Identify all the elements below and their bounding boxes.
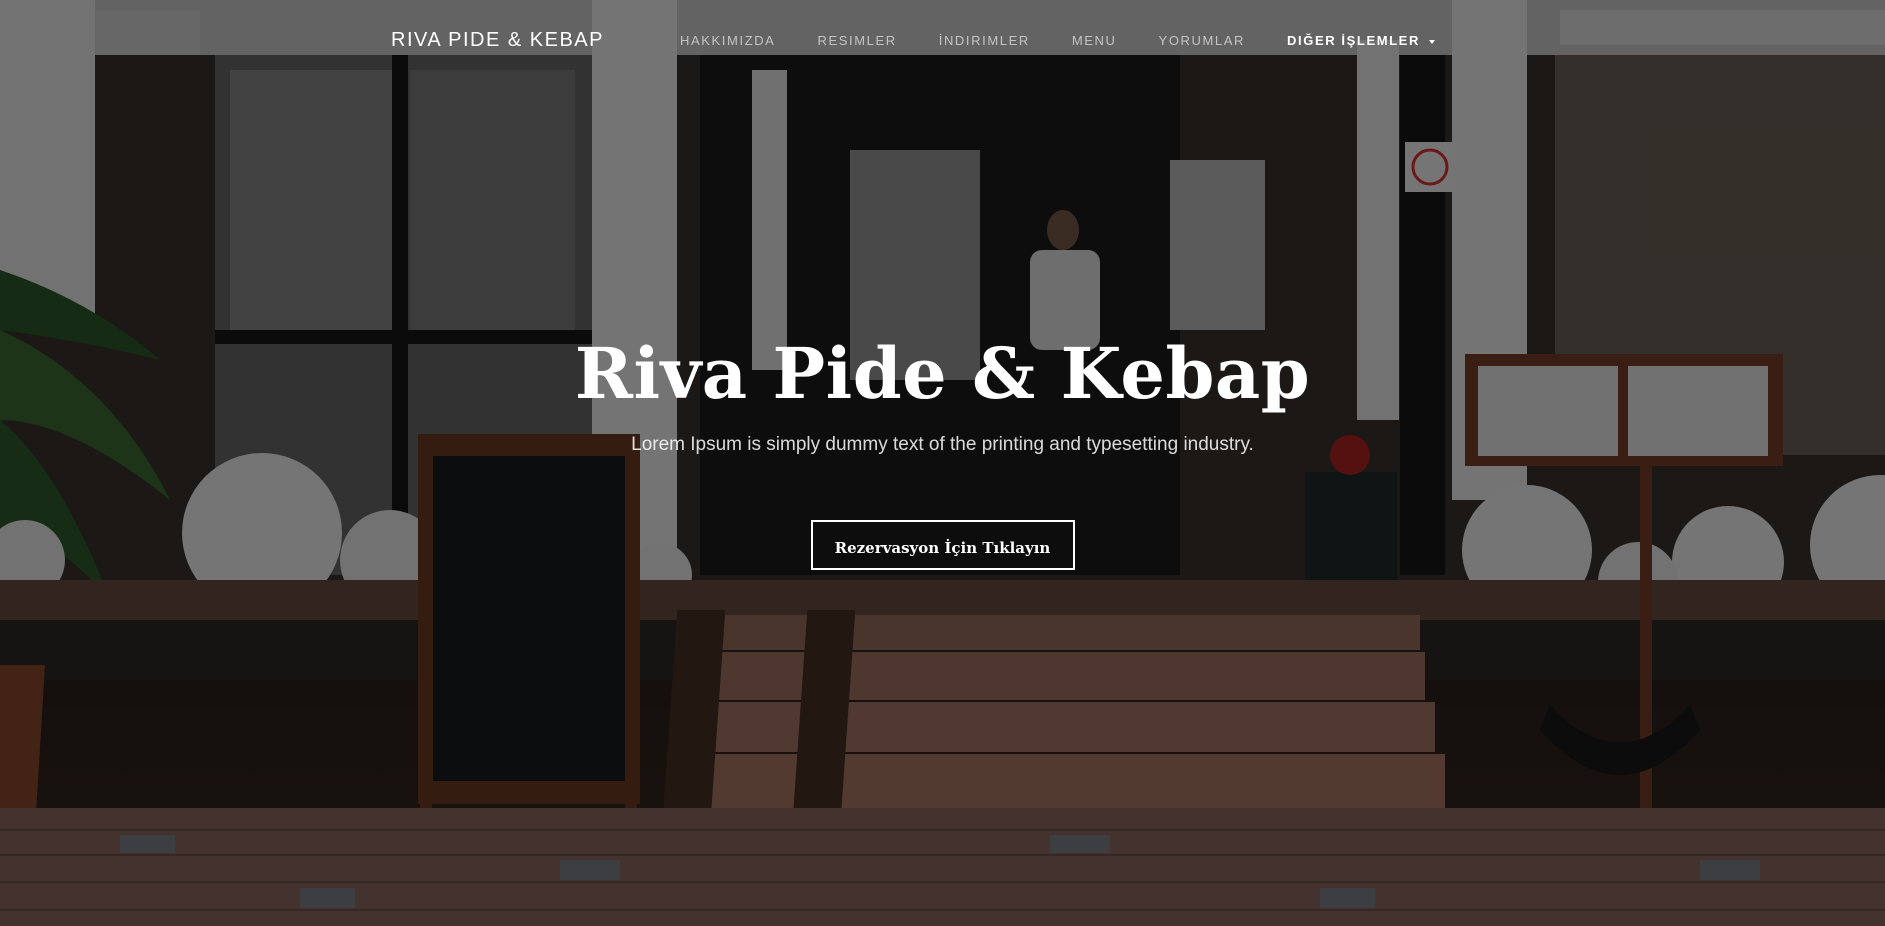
nav-item-diger-islemler[interactable]: DIĞER İŞLEMLER	[1287, 33, 1435, 48]
nav-item-resimler[interactable]: RESIMLER	[817, 33, 896, 48]
hero-subtitle: Lorem Ipsum is simply dummy text of the …	[631, 434, 1254, 455]
hero-title: Riva Pide & Kebap	[574, 332, 1311, 415]
nav-item-diger-islemler-label: DIĞER İŞLEMLER	[1287, 33, 1420, 48]
nav-item-indirimler[interactable]: İNDIRIMLER	[939, 33, 1030, 48]
nav-item-hakkimizda[interactable]: HAKKIMIZDA	[680, 33, 775, 48]
brand-logo[interactable]: RIVA PIDE & KEBAP	[391, 29, 604, 52]
nav-item-yorumlar[interactable]: YORUMLAR	[1159, 33, 1245, 48]
hero-content: Riva Pide & Kebap Lorem Ipsum is simply …	[0, 335, 1885, 570]
caret-down-icon	[1428, 39, 1435, 44]
reservation-button[interactable]: Rezervasyon İçin Tıklayın	[810, 520, 1075, 570]
top-navbar: RIVA PIDE & KEBAP HAKKIMIZDA RESIMLER İN…	[0, 0, 1885, 84]
hero-section: RIVA PIDE & KEBAP HAKKIMIZDA RESIMLER İN…	[0, 0, 1885, 926]
nav-menu: HAKKIMIZDA RESIMLER İNDIRIMLER MENU YORU…	[680, 33, 1477, 48]
nav-item-menu[interactable]: MENU	[1072, 33, 1117, 48]
